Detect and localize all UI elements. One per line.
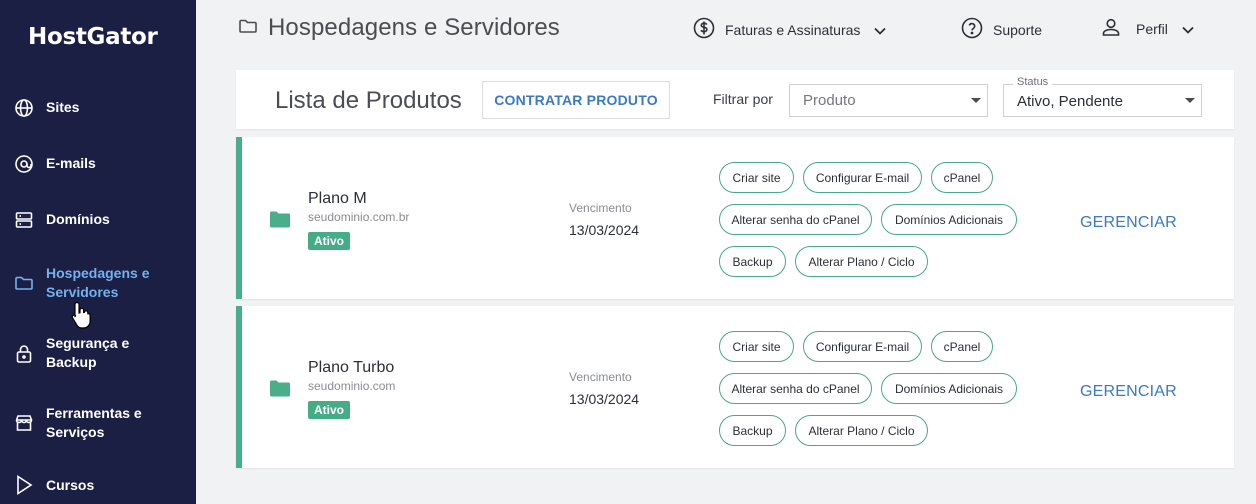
dropdown-arrow-icon [971,98,981,103]
plan-name: Plano Turbo [308,359,395,376]
manage-link[interactable]: GERENCIAR [1080,383,1177,401]
sidebar-item-label: Cursos [46,477,95,493]
billing-label: Faturas e Assinaturas [725,21,861,38]
help-circle-icon [961,17,983,42]
page-header: Hospedagens e Servidores [238,14,560,42]
sidebar-item-label: Sites [46,99,80,115]
status-badge: Ativo [308,401,350,419]
store-icon [14,413,34,433]
support-link[interactable]: Suporte [961,17,1042,42]
product-select[interactable]: Produto [789,84,988,117]
at-icon [14,154,34,174]
product-card: Plano M seudominio.com.br Ativo Vencimen… [236,137,1234,299]
dropdown-arrow-icon [1185,98,1195,103]
action-chip-criar-site[interactable]: Criar site [719,162,794,193]
action-chip-dominios-adicionais[interactable]: Domínios Adicionais [881,373,1017,404]
action-chip-configurar-email[interactable]: Configurar E-mail [803,331,922,362]
user-icon [1101,17,1121,40]
sidebar-item-label: Domínios [46,211,110,227]
profile-menu[interactable]: Perfil [1101,17,1194,40]
product-card: Plano Turbo seudominio.com Ativo Vencime… [236,306,1234,468]
due-date-label: Vencimento [569,201,632,215]
chevron-down-icon [874,22,887,38]
hostgator-logo[interactable]: HostGator [28,24,158,50]
dollar-circle-icon [693,17,715,42]
manage-link[interactable]: GERENCIAR [1080,214,1177,232]
sidebar-item-ferramentas[interactable]: Ferramentas e Serviços [0,404,196,442]
sidebar-item-label: E-mails [46,155,96,171]
due-date-value: 13/03/2024 [569,222,640,238]
sidebar-item-hospedagens[interactable]: Hospedagens e Servidores [0,264,196,302]
page-title: Hospedagens e Servidores [268,14,560,41]
action-chip-backup[interactable]: Backup [719,415,786,446]
products-toolbar: Lista de Produtos CONTRATAR PRODUTO Filt… [236,70,1234,129]
chevron-down-icon [1182,21,1194,37]
filter-label: Filtrar por [713,91,773,107]
action-chip-alterar-plano[interactable]: Alterar Plano / Ciclo [795,246,928,277]
sidebar-item-dominios[interactable]: Domínios [0,210,196,230]
server-icon [14,210,34,230]
action-chip-alterar-senha-cpanel[interactable]: Alterar senha do cPanel [719,204,872,235]
product-select-placeholder: Produto [803,92,856,109]
sidebar-item-label-line2: Backup [46,354,97,370]
action-chip-dominios-adicionais[interactable]: Domínios Adicionais [881,204,1017,235]
folder-icon [238,16,258,41]
billing-menu[interactable]: Faturas e Assinaturas [693,17,887,42]
status-select-value: Ativo, Pendente [1017,93,1123,110]
sidebar-item-label-line1: Ferramentas e [46,405,142,421]
contract-product-button[interactable]: CONTRATAR PRODUTO [482,81,670,119]
product-list-title: Lista de Produtos [275,87,462,114]
action-chip-alterar-plano[interactable]: Alterar Plano / Ciclo [795,415,928,446]
globe-icon [14,98,34,118]
folder-icon [270,380,290,402]
plan-domain: seudominio.com.br [308,210,410,224]
due-date-label: Vencimento [569,370,632,384]
profile-label: Perfil [1136,20,1168,37]
sidebar: HostGator Sites E-mails Domínios Hospeda… [0,0,196,504]
sidebar-item-label-line2: Serviços [46,424,105,440]
sidebar-item-cursos[interactable]: Cursos [0,474,196,496]
action-chip-backup[interactable]: Backup [719,246,786,277]
action-chip-alterar-senha-cpanel[interactable]: Alterar senha do cPanel [719,373,872,404]
hand-cursor-icon [70,300,96,335]
action-chip-criar-site[interactable]: Criar site [719,331,794,362]
plan-domain: seudominio.com [308,379,396,393]
action-chip-configurar-email[interactable]: Configurar E-mail [803,162,922,193]
action-chip-cpanel[interactable]: cPanel [931,331,993,362]
sidebar-item-seguranca[interactable]: Segurança e Backup [0,334,196,372]
status-select[interactable]: Ativo, Pendente [1003,84,1202,117]
sidebar-item-emails[interactable]: E-mails [0,154,196,174]
plan-name: Plano M [308,190,367,207]
sidebar-item-label-line1: Segurança e [46,335,130,351]
sidebar-item-sites[interactable]: Sites [0,98,196,118]
support-label: Suporte [993,21,1043,38]
sidebar-item-label-line1: Hospedagens e [46,265,150,281]
folder-icon [14,273,34,293]
status-select-legend: Status [1013,76,1053,88]
status-badge: Ativo [308,232,350,250]
play-icon [14,475,34,495]
action-chip-cpanel[interactable]: cPanel [931,162,993,193]
due-date-value: 13/03/2024 [569,391,640,407]
lock-icon [14,344,34,364]
folder-icon [270,211,290,233]
